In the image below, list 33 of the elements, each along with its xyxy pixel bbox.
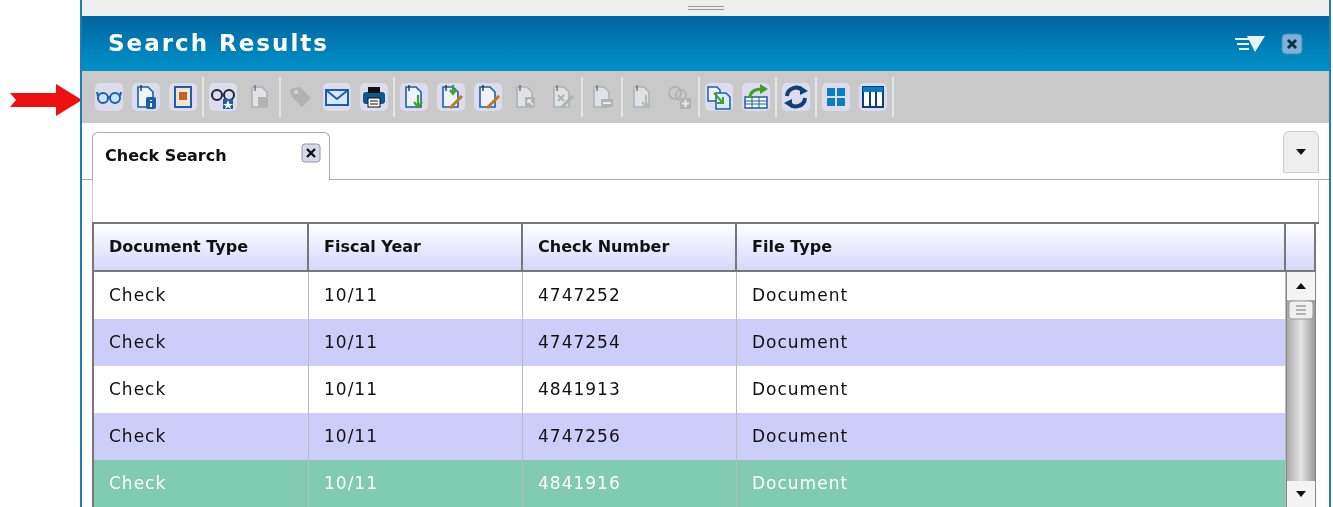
notebook-icon[interactable] bbox=[169, 83, 197, 112]
table-cell: 10/11 bbox=[309, 460, 523, 507]
scroll-down-icon[interactable] bbox=[1287, 481, 1315, 507]
column-header[interactable]: File Type bbox=[737, 224, 1286, 272]
tab-label: Check Search bbox=[105, 144, 227, 167]
arrow-icon bbox=[10, 84, 82, 116]
refresh-icon[interactable] bbox=[782, 83, 810, 112]
close-icon[interactable] bbox=[301, 143, 321, 164]
scroll-thumb[interactable] bbox=[1288, 300, 1314, 322]
resize-handle[interactable] bbox=[687, 5, 724, 10]
glasses-icon[interactable] bbox=[95, 83, 123, 112]
scroll-up-icon[interactable] bbox=[1287, 272, 1315, 300]
grid-icon[interactable] bbox=[822, 83, 850, 112]
printer-icon[interactable] bbox=[360, 83, 388, 112]
column-header[interactable]: Document Type bbox=[94, 224, 309, 272]
document-pencil-icon[interactable] bbox=[474, 83, 502, 112]
dropdown-button[interactable] bbox=[1283, 130, 1319, 173]
table-cell: Check bbox=[94, 460, 309, 507]
column-header[interactable]: Check Number bbox=[523, 224, 737, 272]
table-row[interactable]: Check 10/11 4747256 Document bbox=[94, 413, 1286, 460]
tab[interactable]: Check Search bbox=[92, 132, 330, 181]
envelope-icon[interactable] bbox=[323, 83, 351, 112]
table-cell: 4841916 bbox=[523, 460, 737, 507]
columns-icon[interactable] bbox=[859, 83, 887, 112]
column-header[interactable]: Fiscal Year bbox=[309, 224, 523, 272]
menu-icon[interactable] bbox=[1235, 34, 1265, 53]
document-info-icon[interactable] bbox=[132, 83, 160, 112]
panel-title: Search Results bbox=[108, 29, 329, 59]
scrollbar[interactable] bbox=[1286, 272, 1316, 507]
caret-icon bbox=[1296, 148, 1306, 155]
table-row[interactable]: Check 10/11 4747254 Document bbox=[94, 319, 1286, 366]
document-copy-icon[interactable] bbox=[705, 83, 733, 112]
close-icon[interactable] bbox=[1281, 32, 1303, 55]
